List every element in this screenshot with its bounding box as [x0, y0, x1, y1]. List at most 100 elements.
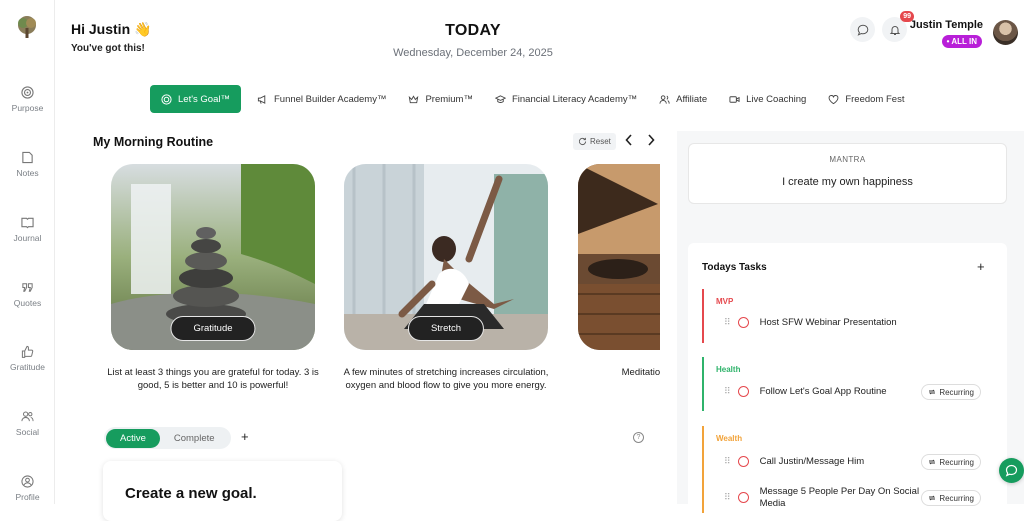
- drag-handle-icon[interactable]: ⠿: [724, 386, 731, 397]
- routine-card-meditation[interactable]: Me: [578, 164, 660, 350]
- section-title: My Morning Routine: [93, 135, 214, 149]
- routine-card-label: Stretch: [407, 316, 485, 341]
- tab-complete[interactable]: Complete: [160, 429, 229, 448]
- task-group-health: Health ⠿ Follow Let's Goal App Routine R…: [702, 357, 1007, 411]
- task-checkbox[interactable]: [737, 317, 749, 328]
- nav-live-coaching[interactable]: Live Coaching: [729, 94, 806, 105]
- routine-card-desc: List at least 3 things you are grateful …: [107, 367, 319, 391]
- task-text: Follow Let's Goal App Routine: [759, 386, 887, 397]
- repeat-icon: [929, 495, 936, 501]
- recurring-badge[interactable]: Recurring: [921, 384, 981, 400]
- routine-carousel: Gratitude List at least 3 things you are…: [96, 156, 660, 402]
- task-group-wealth: Wealth ⠿ Call Justin/Message Him Recurri…: [702, 426, 1007, 513]
- chat-bubble-icon: [1005, 464, 1018, 477]
- megaphone-icon: [257, 94, 266, 104]
- target-icon: [161, 93, 172, 105]
- support-chat-button[interactable]: [999, 458, 1024, 483]
- prev-arrow-button[interactable]: [625, 134, 633, 149]
- page-title: TODAY: [445, 22, 501, 39]
- goal-tabs: Active Complete: [104, 427, 231, 449]
- user-name[interactable]: Justin Temple: [910, 19, 983, 31]
- graduation-cap-icon: [494, 94, 506, 103]
- notifications-button[interactable]: 99: [882, 11, 914, 42]
- bell-icon: [889, 25, 900, 35]
- chat-button[interactable]: [850, 17, 875, 42]
- task-checkbox[interactable]: [737, 386, 749, 397]
- sidebar-item-social[interactable]: Social: [0, 410, 55, 437]
- heart-icon: [828, 94, 839, 104]
- mantra-card: MANTRA I create my own happiness: [688, 143, 1007, 204]
- sidebar-item-label: Profile: [15, 492, 40, 502]
- create-goal-card[interactable]: Create a new goal.: [103, 461, 342, 521]
- task-checkbox[interactable]: [737, 456, 749, 467]
- task-group-label: Health: [716, 365, 741, 374]
- sidebar-item-journal[interactable]: Journal: [0, 216, 55, 243]
- routine-card-desc: A few minutes of stretching increases ci…: [343, 367, 549, 391]
- task-checkbox[interactable]: [737, 492, 749, 503]
- add-goal-button[interactable]: +: [241, 429, 249, 444]
- drag-handle-icon[interactable]: ⠿: [724, 456, 731, 467]
- routine-card-desc: Meditation and pr connectio: [621, 367, 660, 378]
- nav-lets-goal[interactable]: Let's Goal™: [150, 85, 241, 113]
- sidebar-item-quotes[interactable]: Quotes: [0, 281, 55, 308]
- thumbs-up-icon: [21, 345, 34, 358]
- page-header: TODAY Wednesday, December 24, 2025: [0, 22, 946, 59]
- nav-affiliate[interactable]: Affiliate: [659, 94, 707, 105]
- chevron-right-icon: [648, 134, 655, 146]
- tasks-title: Todays Tasks: [702, 262, 767, 273]
- sidebar-item-notes[interactable]: Notes: [0, 151, 55, 178]
- chevron-left-icon: [625, 134, 632, 146]
- next-arrow-button[interactable]: [647, 134, 655, 149]
- routine-card-label: Gratitude: [170, 316, 256, 341]
- drag-handle-icon[interactable]: ⠿: [724, 317, 731, 328]
- sidebar-item-label: Social: [15, 427, 40, 437]
- tasks-card: Todays Tasks + MVP ⠿ Host SFW Webinar Pr…: [688, 243, 1007, 513]
- book-icon: [21, 217, 34, 229]
- task-item[interactable]: ⠿ Host SFW Webinar Presentation: [724, 317, 897, 328]
- task-group-mvp: MVP ⠿ Host SFW Webinar Presentation: [702, 289, 1007, 343]
- video-camera-icon: [729, 95, 740, 103]
- task-group-label: MVP: [716, 297, 734, 306]
- task-text: Message 5 People Per Day On Social Media: [759, 486, 920, 509]
- task-group-label: Wealth: [716, 434, 743, 443]
- task-item[interactable]: ⠿ Follow Let's Goal App Routine: [724, 386, 887, 397]
- routine-card-gratitude[interactable]: Gratitude: [111, 164, 315, 350]
- users-icon: [21, 411, 34, 422]
- sidebar-item-profile[interactable]: Profile: [0, 475, 55, 502]
- create-goal-title: Create a new goal.: [125, 485, 257, 502]
- recurring-badge[interactable]: Recurring: [921, 454, 981, 470]
- help-icon[interactable]: ?: [633, 432, 644, 443]
- drag-handle-icon[interactable]: ⠿: [724, 492, 731, 503]
- nav-financial-literacy-academy[interactable]: Financial Literacy Academy™: [494, 94, 637, 105]
- avatar[interactable]: [993, 20, 1018, 45]
- reset-button[interactable]: Reset: [573, 133, 616, 150]
- note-icon: [22, 151, 33, 164]
- chat-icon: [857, 24, 868, 36]
- sidebar-item-label: Purpose: [11, 103, 44, 113]
- sidebar-item-gratitude[interactable]: Gratitude: [0, 345, 55, 372]
- sidebar-item-label: Journal: [13, 233, 42, 243]
- task-item[interactable]: ⠿ Call Justin/Message Him: [724, 456, 864, 467]
- nav-freedom-fest[interactable]: Freedom Fest: [828, 94, 904, 105]
- mantra-label: MANTRA: [829, 155, 866, 164]
- top-nav: Let's Goal™ Funnel Builder Academy™ Prem…: [150, 85, 926, 113]
- sidebar-item-purpose[interactable]: Purpose: [0, 86, 55, 113]
- sidebar: Purpose Notes Journal Quotes Gratitude S…: [0, 0, 55, 504]
- tab-active[interactable]: Active: [106, 428, 160, 448]
- date-label: Wednesday, December 24, 2025: [393, 47, 553, 59]
- mantra-text: I create my own happiness: [782, 176, 913, 188]
- sidebar-item-label: Gratitude: [10, 362, 45, 372]
- task-item[interactable]: ⠿ Message 5 People Per Day On Social Medi…: [724, 486, 919, 510]
- target-icon: [21, 86, 34, 99]
- repeat-icon: [929, 389, 936, 395]
- plan-badge: • ALL IN: [941, 35, 982, 48]
- routine-card-stretch[interactable]: Stretch: [344, 164, 548, 350]
- sidebar-item-label: Quotes: [13, 298, 42, 308]
- task-text: Host SFW Webinar Presentation: [759, 317, 897, 328]
- user-circle-icon: [21, 475, 34, 488]
- nav-funnel-builder-academy[interactable]: Funnel Builder Academy™: [257, 94, 386, 105]
- add-task-button[interactable]: +: [977, 259, 985, 274]
- nav-premium[interactable]: Premium™: [408, 94, 473, 105]
- meditation-image: [578, 164, 660, 350]
- task-text: Call Justin/Message Him: [759, 456, 865, 467]
